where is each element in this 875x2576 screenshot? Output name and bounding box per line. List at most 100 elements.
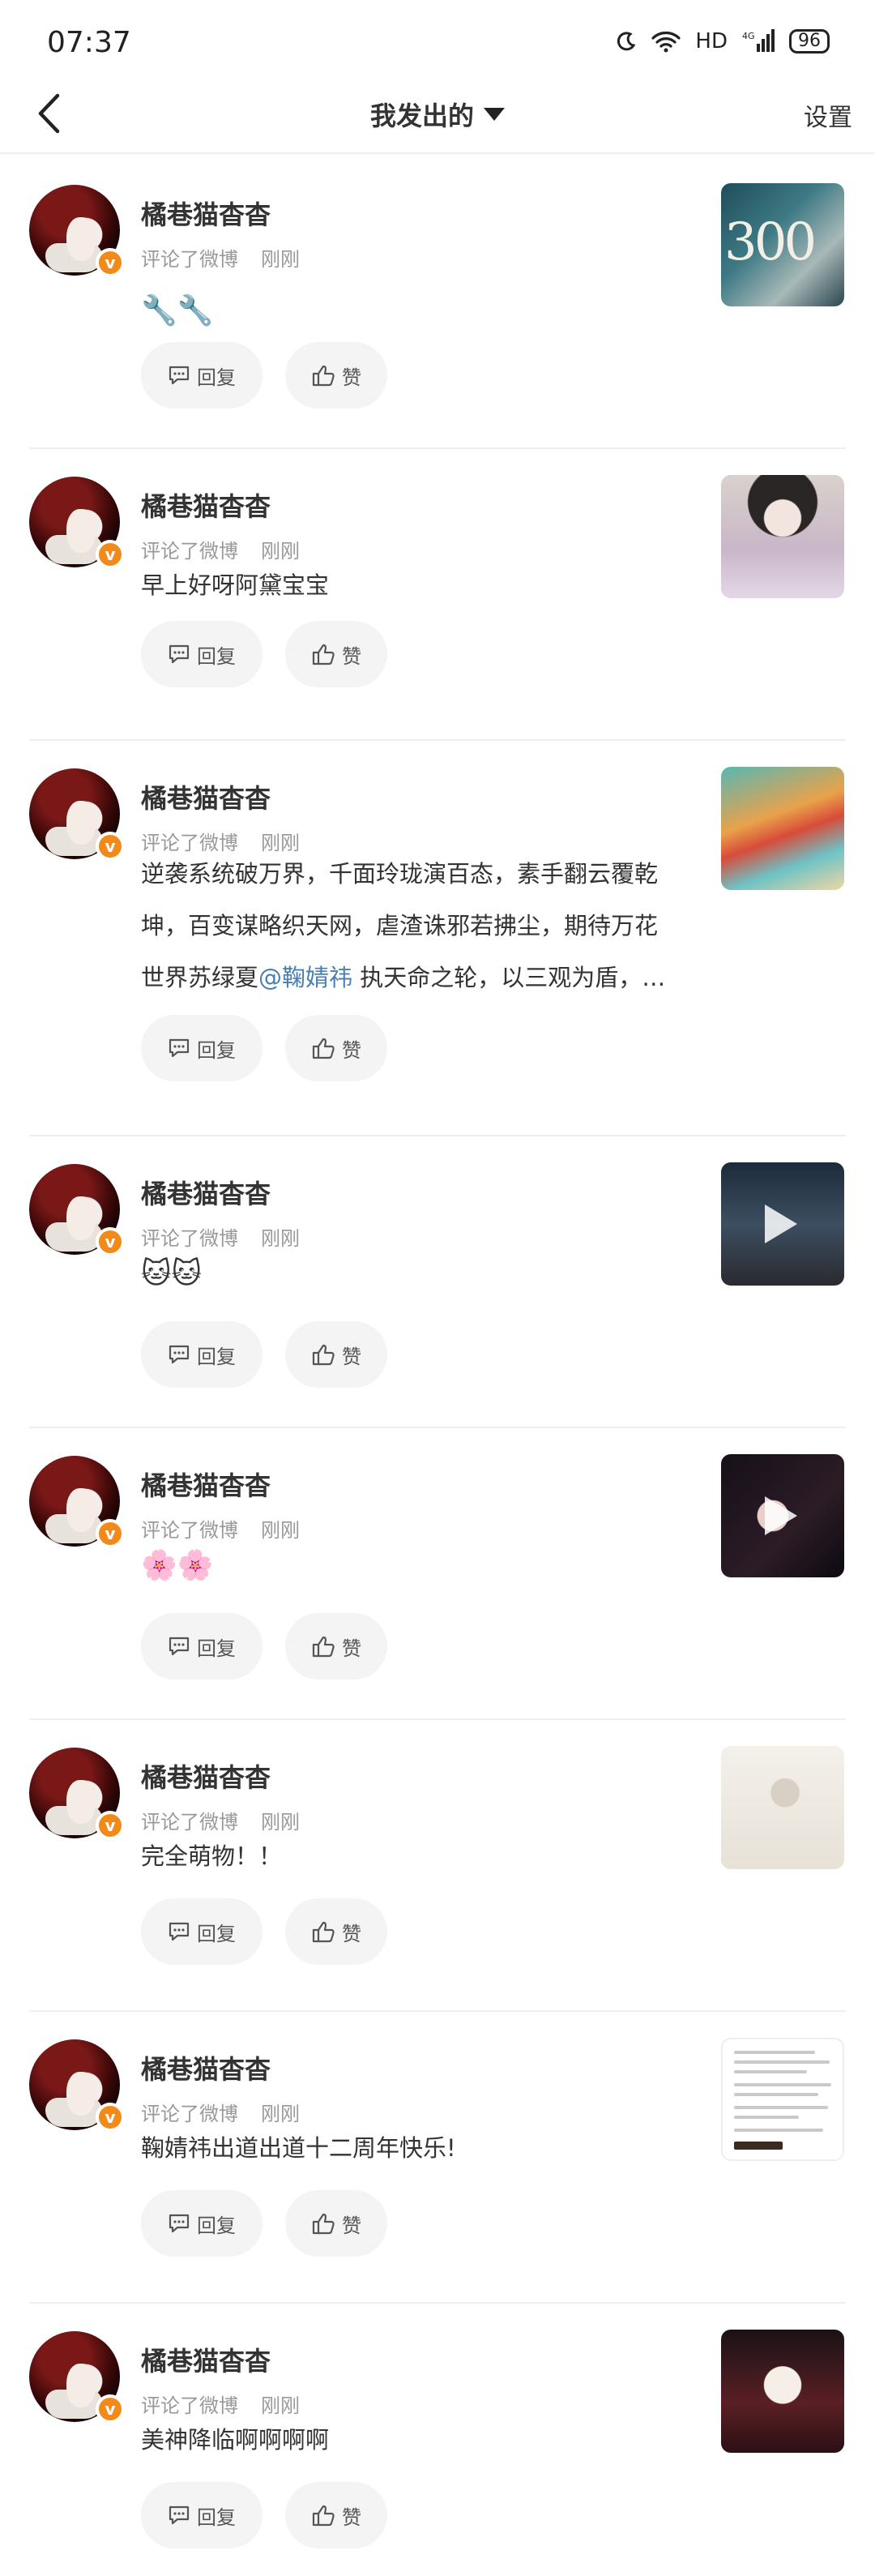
avatar[interactable]: v — [29, 1164, 125, 1256]
comment-fragment: 执天命之轮，以三观为盾，… — [352, 964, 666, 991]
avatar[interactable]: v — [29, 1456, 125, 1548]
username[interactable]: 橘巷猫杳杳 — [141, 195, 271, 232]
avatar[interactable]: v — [29, 477, 125, 569]
play-icon — [765, 1496, 797, 1535]
avatar[interactable]: v — [29, 768, 125, 861]
item-actions: 回复 赞 — [141, 1321, 387, 1388]
like-button[interactable]: 赞 — [285, 2482, 387, 2548]
item-actions: 回复 赞 — [141, 1613, 387, 1680]
mention-link[interactable]: @鞠婧祎 — [258, 964, 352, 991]
post-thumbnail-video[interactable] — [721, 1454, 844, 1577]
reply-label: 回复 — [197, 366, 236, 389]
like-button[interactable]: 赞 — [285, 1015, 387, 1081]
page-title-dropdown[interactable]: 我发出的 — [0, 96, 875, 133]
action-text: 评论了微博 — [141, 1227, 238, 1250]
verified-icon: v — [96, 1227, 125, 1256]
comment-text[interactable]: 🌸🌸 — [141, 1540, 692, 1592]
username[interactable]: 橘巷猫杳杳 — [141, 1466, 271, 1503]
username[interactable]: 橘巷猫杳杳 — [141, 486, 271, 524]
verified-icon: v — [96, 1519, 125, 1548]
like-button[interactable]: 赞 — [285, 1613, 387, 1680]
avatar[interactable]: v — [29, 1748, 125, 1840]
item-actions: 回复 赞 — [141, 621, 387, 687]
comment-icon — [169, 1345, 190, 1364]
like-label: 赞 — [342, 1038, 361, 1062]
verified-icon: v — [96, 2394, 125, 2424]
username[interactable]: 橘巷猫杳杳 — [141, 2341, 271, 2378]
reply-label: 回复 — [197, 1345, 236, 1368]
list-item: v 橘巷猫杳杳 评论了微博 刚刚 完全萌物！！ 回复 赞 — [0, 1718, 875, 2010]
comment-icon — [169, 1922, 190, 1941]
like-button[interactable]: 赞 — [285, 621, 387, 687]
comment-text[interactable]: 🔧🔧 — [141, 285, 692, 337]
reply-button[interactable]: 回复 — [141, 2190, 262, 2257]
comment-icon — [169, 366, 190, 385]
reply-button[interactable]: 回复 — [141, 342, 262, 409]
action-text: 评论了微博 — [141, 248, 238, 271]
like-label: 赞 — [342, 1922, 361, 1945]
thumbnail-caption: 300 — [724, 212, 817, 272]
moon-icon — [617, 32, 636, 51]
signal-icon: 4G — [742, 29, 775, 52]
comment-text[interactable]: 美神降临啊啊啊啊 — [141, 2414, 692, 2466]
reply-button[interactable]: 回复 — [141, 1613, 262, 1680]
item-meta: 评论了微博 刚刚 — [141, 1514, 300, 1543]
like-label: 赞 — [342, 366, 361, 389]
verified-icon: v — [96, 832, 125, 861]
post-thumbnail-video[interactable] — [721, 1162, 844, 1286]
timestamp: 刚刚 — [261, 248, 300, 271]
comment-text[interactable]: 完全萌物！！ — [141, 1830, 692, 1882]
comment-text[interactable]: 鞠婧祎出道出道十二周年快乐! — [141, 2122, 692, 2174]
username[interactable]: 橘巷猫杳杳 — [141, 778, 271, 815]
post-thumbnail-document[interactable] — [721, 2038, 844, 2161]
username[interactable]: 橘巷猫杳杳 — [141, 1757, 271, 1795]
verified-icon: v — [96, 2103, 125, 2132]
status-icons: HD 4G 96 — [616, 29, 830, 53]
verified-icon: v — [96, 1811, 125, 1840]
timestamp: 刚刚 — [261, 1519, 300, 1542]
comment-icon — [169, 644, 190, 664]
list-item: v 橘巷猫杳杳 评论了微博 刚刚 早上好呀阿黛宝宝 回复 赞 — [0, 447, 875, 739]
comment-text[interactable]: 早上好呀阿黛宝宝 — [141, 559, 692, 611]
comment-line: 逆袭系统破万界，千面玲珑演百态，素手翻云覆乾 — [141, 860, 659, 888]
battery-indicator: 96 — [789, 29, 830, 53]
reply-button[interactable]: 回复 — [141, 1898, 262, 1965]
list-item: v 橘巷猫杳杳 评论了微博 刚刚 🔧🔧 300 回复 赞 — [0, 156, 875, 447]
timestamp: 刚刚 — [261, 1227, 300, 1250]
post-thumbnail[interactable] — [721, 2330, 844, 2453]
thumbs-up-icon — [312, 365, 335, 387]
reply-button[interactable]: 回复 — [141, 621, 262, 687]
avatar[interactable]: v — [29, 2039, 125, 2132]
like-button[interactable]: 赞 — [285, 342, 387, 409]
thumbs-up-icon — [312, 1038, 335, 1059]
action-text: 评论了微博 — [141, 1519, 238, 1542]
reply-button[interactable]: 回复 — [141, 1015, 262, 1081]
avatar[interactable]: v — [29, 2331, 125, 2424]
comment-icon — [169, 2214, 190, 2233]
post-thumbnail[interactable] — [721, 1746, 844, 1869]
item-actions: 回复 赞 — [141, 2190, 387, 2257]
status-time: 07:37 — [47, 26, 131, 59]
comment-line: 坤，百变谋略织天网，虐渣诛邪若拂尘，期待万花 — [141, 912, 659, 939]
username[interactable]: 橘巷猫杳杳 — [141, 1174, 271, 1211]
settings-link[interactable]: 设置 — [804, 97, 852, 133]
item-actions: 回复 赞 — [141, 342, 387, 409]
comment-icon — [169, 1038, 190, 1058]
like-label: 赞 — [342, 644, 361, 668]
reply-button[interactable]: 回复 — [141, 2482, 262, 2548]
item-actions: 回复 赞 — [141, 2482, 387, 2548]
username[interactable]: 橘巷猫杳杳 — [141, 2049, 271, 2086]
comment-text[interactable]: 逆袭系统破万界，千面玲珑演百态，素手翻云覆乾 坤，百变谋略织天网，虐渣诛邪若拂尘… — [141, 848, 692, 1003]
like-button[interactable]: 赞 — [285, 1898, 387, 1965]
post-thumbnail[interactable]: 300 — [721, 183, 844, 306]
list-item: v 橘巷猫杳杳 评论了微博 刚刚 🌸🌸 回复 赞 — [0, 1427, 875, 1718]
like-button[interactable]: 赞 — [285, 2190, 387, 2257]
post-thumbnail[interactable] — [721, 475, 844, 598]
comment-text[interactable]: 🐱🐱 — [141, 1248, 692, 1300]
list-item: v 橘巷猫杳杳 评论了微博 刚刚 鞠婧祎出道出道十二周年快乐! 回复 赞 — [0, 2010, 875, 2302]
reply-button[interactable]: 回复 — [141, 1321, 262, 1388]
post-thumbnail[interactable] — [721, 767, 844, 890]
play-icon — [765, 1205, 797, 1243]
avatar[interactable]: v — [29, 185, 125, 277]
like-button[interactable]: 赞 — [285, 1321, 387, 1388]
